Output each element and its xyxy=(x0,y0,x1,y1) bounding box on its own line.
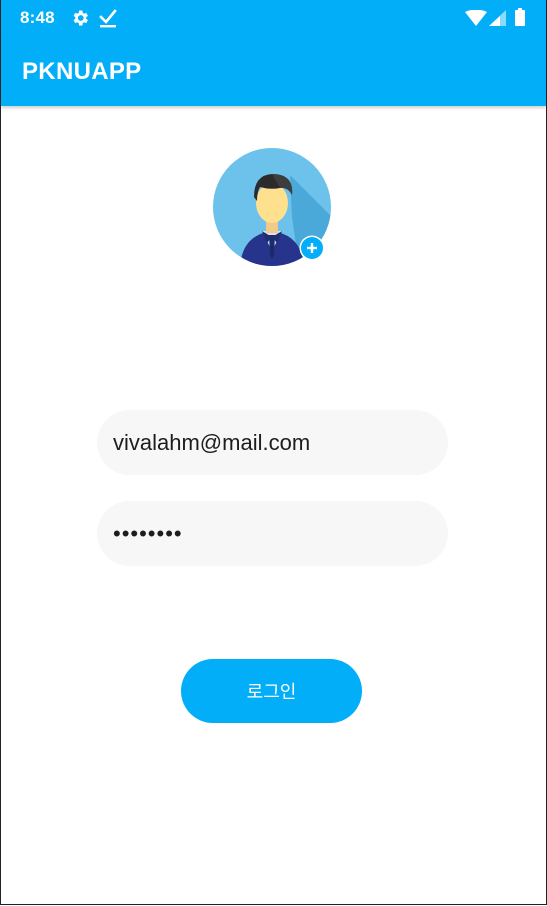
login-button[interactable]: 로그인 xyxy=(181,659,362,723)
status-time: 8:48 xyxy=(20,8,55,27)
app-title: PKNUAPP xyxy=(22,58,142,85)
battery-icon xyxy=(515,8,525,26)
email-field[interactable] xyxy=(97,410,448,475)
password-input[interactable] xyxy=(113,501,433,566)
cell-signal-icon xyxy=(489,10,506,26)
plus-icon[interactable] xyxy=(299,235,325,261)
email-input[interactable] xyxy=(113,410,433,475)
status-bar: 8:48 xyxy=(1,0,546,36)
login-button-label: 로그인 xyxy=(246,682,297,703)
phone-screen: 8:48 PKNUAPP vivalahm@mail.com 로그인 xyxy=(0,0,547,905)
password-field[interactable] xyxy=(97,501,448,566)
gear-icon xyxy=(73,10,88,26)
app-bar: PKNUAPP xyxy=(1,36,546,106)
wifi-icon xyxy=(465,10,487,26)
download-done-icon xyxy=(99,9,117,28)
